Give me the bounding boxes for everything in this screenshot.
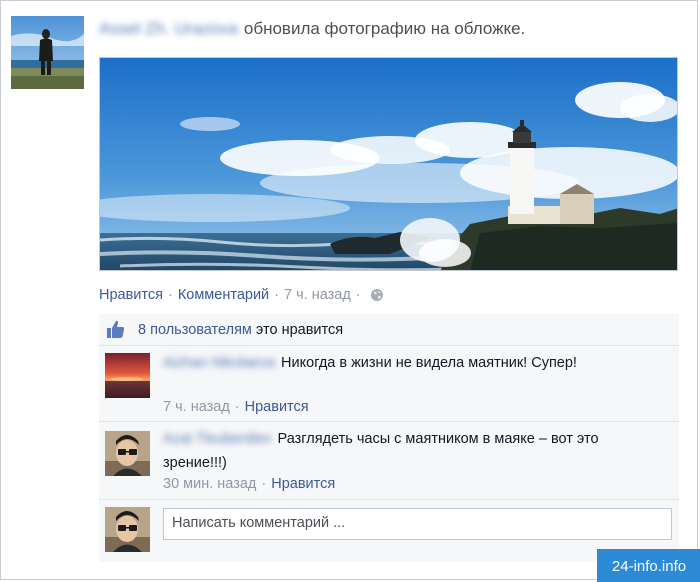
comment-link[interactable]: Комментарий — [178, 287, 269, 303]
current-user-avatar — [105, 507, 150, 552]
watermark: 24-info.info — [597, 549, 700, 582]
globe-icon[interactable] — [370, 288, 384, 302]
comment-item: Aizhan Nikolaeva Никогда в жизни не видел… — [99, 346, 679, 422]
like-link[interactable]: Нравится — [99, 287, 163, 303]
comment-author[interactable]: Aizhan Nikolaeva — [163, 351, 275, 375]
comment-item: Azat Tleuberdiev Разглядеть часы с маятни… — [99, 422, 679, 500]
comment-meta: 7 ч. назад · Нравится — [163, 399, 309, 415]
comments-panel: 8 пользователям это нравится Aizhan Niko… — [99, 314, 679, 562]
likes-text: 8 пользователям это нравится — [138, 322, 343, 338]
comment-like-link[interactable]: Нравится — [245, 399, 309, 415]
sunset-avatar-image — [105, 353, 150, 398]
commenter-avatar[interactable] — [105, 431, 150, 476]
comment-like-link[interactable]: Нравится — [271, 476, 335, 492]
comment-meta: 30 мин. назад · Нравится — [163, 476, 335, 492]
lighthouse-photo — [100, 58, 677, 270]
comment-author[interactable]: Azat Tleuberdiev — [163, 427, 272, 451]
separator: · — [274, 287, 279, 303]
feed-story: Assel Zh. Urazova обновила фотографию на … — [0, 0, 700, 582]
separator: · — [234, 399, 240, 415]
story-actions: Нравится · Комментарий · 7 ч. назад · — [99, 287, 384, 303]
separator: · — [167, 287, 173, 303]
likes-count-link[interactable]: 8 пользователям — [138, 322, 252, 338]
commenter-avatar[interactable] — [105, 353, 150, 398]
cover-photo[interactable] — [99, 57, 678, 271]
comment-timestamp[interactable]: 7 ч. назад — [163, 399, 230, 415]
comment-timestamp[interactable]: 30 мин. назад — [163, 476, 256, 492]
comment-text: Никогда в жизни не видела маятник! Супер… — [281, 355, 577, 371]
comment-body: Azat Tleuberdiev Разглядеть часы с маятни… — [163, 427, 663, 475]
likes-suffix: это нравится — [255, 322, 344, 338]
comment-input[interactable]: Написать комментарий ... — [163, 508, 672, 540]
story-action-text: обновила фотографию на обложке. — [243, 19, 526, 38]
poster-avatar[interactable] — [11, 16, 84, 89]
thumbs-up-icon — [106, 319, 125, 339]
person-avatar-image — [105, 507, 150, 552]
author-name[interactable]: Assel Zh. Urazova — [99, 19, 238, 39]
separator: · — [261, 476, 267, 492]
story-header: Assel Zh. Urazova обновила фотографию на … — [99, 19, 525, 39]
person-avatar-image — [105, 431, 150, 476]
comment-body: Aizhan Nikolaeva Никогда в жизни не видел… — [163, 351, 663, 375]
post-timestamp[interactable]: 7 ч. назад — [284, 287, 351, 303]
separator: · — [355, 287, 361, 303]
avatar-photo — [11, 16, 84, 89]
likes-summary: 8 пользователям это нравится — [99, 314, 679, 346]
